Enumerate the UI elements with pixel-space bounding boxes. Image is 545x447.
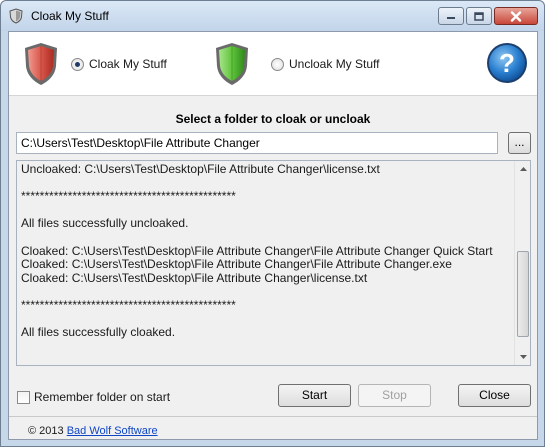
radio-uncloak-label: Uncloak My Stuff <box>289 57 380 71</box>
log-line: ****************************************… <box>21 298 236 312</box>
scroll-up-button[interactable] <box>515 161 530 177</box>
shield-app-icon <box>9 8 23 24</box>
log-line: Cloaked: C:\Users\Test\Desktop\File Attr… <box>21 244 493 258</box>
close-icon <box>510 10 522 22</box>
log-line: ****************************************… <box>21 190 236 204</box>
start-button[interactable]: Start <box>278 384 351 407</box>
radio-cloak-label: Cloak My Stuff <box>89 57 167 71</box>
radio-uncloak-circle[interactable] <box>271 57 284 71</box>
log-line: Cloaked: C:\Users\Test\Desktop\File Attr… <box>21 258 452 272</box>
radio-cloak[interactable]: Cloak My Stuff <box>71 57 167 71</box>
maximize-button[interactable] <box>466 7 492 25</box>
vendor-link[interactable]: Bad Wolf Software <box>67 425 158 437</box>
remember-folder-option[interactable]: Remember folder on start <box>17 390 170 404</box>
log-line: All files successfully cloaked. <box>21 326 176 340</box>
log-line: All files successfully uncloaked. <box>21 217 189 231</box>
folder-heading: Select a folder to cloak or uncloak <box>175 112 371 126</box>
mode-selector-band: Cloak My Stuff Uncloak My Stuff ? <box>9 32 537 96</box>
folder-path-input[interactable] <box>16 132 498 154</box>
scroll-down-button[interactable] <box>515 349 530 365</box>
log-scrollbar[interactable] <box>514 161 530 365</box>
radio-cloak-circle[interactable] <box>71 57 84 71</box>
remember-label: Remember folder on start <box>34 390 171 404</box>
svg-text:?: ? <box>499 48 515 78</box>
copyright-text: © 2013 <box>28 425 64 437</box>
remember-checkbox[interactable] <box>17 390 30 404</box>
window-title: Cloak My Stuff <box>31 9 109 23</box>
log-line: Cloaked: C:\Users\Test\Desktop\File Attr… <box>21 271 368 285</box>
scroll-thumb[interactable] <box>517 251 529 337</box>
green-shield-icon <box>216 43 248 85</box>
radio-uncloak[interactable]: Uncloak My Stuff <box>271 57 379 71</box>
footer: © 2013 Bad Wolf Software <box>28 425 158 437</box>
client-area: Cloak My Stuff Uncloak My Stuff ? Select… <box>8 31 538 440</box>
footer-divider <box>9 416 537 417</box>
minimize-icon <box>447 17 455 19</box>
close-window-button[interactable] <box>494 7 538 25</box>
minimize-button[interactable] <box>438 7 464 25</box>
browse-button[interactable]: ... <box>508 132 531 154</box>
log-line: Uncloaked: C:\Users\Test\Desktop\File At… <box>21 163 380 176</box>
help-icon[interactable]: ? <box>485 41 529 85</box>
title-bar[interactable]: Cloak My Stuff <box>1 1 544 31</box>
app-window: Cloak My Stuff Cloak My Stuff Uncloak My… <box>0 0 545 447</box>
triangle-up-icon <box>519 167 527 171</box>
stop-button[interactable]: Stop <box>358 384 431 407</box>
log-output[interactable]: Uncloaked: C:\Users\Test\Desktop\File At… <box>16 160 531 366</box>
radio-selected-dot <box>75 61 80 67</box>
triangle-down-icon <box>519 355 527 359</box>
log-lines: Uncloaked: C:\Users\Test\Desktop\File At… <box>21 163 515 363</box>
red-shield-icon <box>25 43 57 85</box>
close-button[interactable]: Close <box>458 384 531 407</box>
maximize-icon <box>474 11 484 21</box>
